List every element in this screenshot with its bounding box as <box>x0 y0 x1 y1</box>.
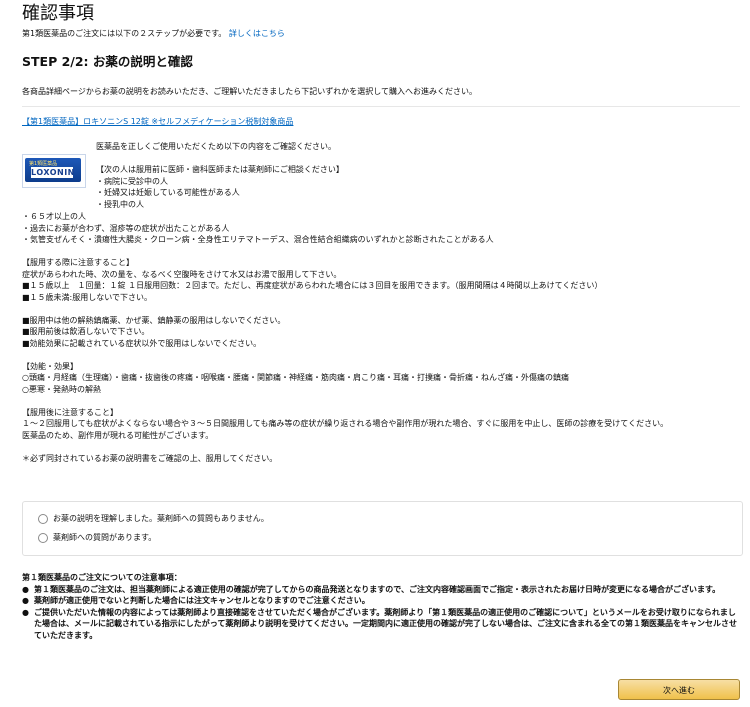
desc-line <box>22 349 668 361</box>
desc-line: 医薬品のため、副作用が現れる可能性がございます。 <box>22 430 214 440</box>
description-top: 医薬品を正しくご使用いただくため以下の内容をご確認ください。 【次の人は服用前に… <box>96 141 344 210</box>
desc-line: ○悪寒・発熱時の解熱 <box>22 384 101 394</box>
desc-line: 症状があらわれた時、次の量を、なるべく空腹時をさけて水又はお湯で服用して下さい。 <box>22 269 342 279</box>
radio-button[interactable] <box>38 532 48 543</box>
desc-line: ＊必ず同封されているお薬の説明書をご確認の上、服用してください。 <box>22 453 278 463</box>
product-logo: LOXONIN <box>31 167 75 178</box>
confirmation-options: お薬の説明を理解しました。薬剤師への質問もありません。 薬剤師への質問があります… <box>22 501 743 556</box>
product-box: 第1類医薬品 LOXONIN <box>25 158 81 182</box>
desc-line: ■服用中は他の解熱鎮痛薬、かぜ薬、鎮静薬の服用はしないでください。 <box>22 315 286 325</box>
desc-top-line: ・妊婦又は妊娠している可能性がある人 <box>96 188 240 197</box>
desc-line: ・気管支ぜんそく・潰瘍性大腸炎・クローン病・全身性エリテマトーデス、混合性結合組… <box>22 235 494 244</box>
desc-line: ・過去にお薬が合わず、湿疹等の症状が出たことがある人 <box>22 223 230 233</box>
desc-line: ■効能効果に記載されている症状以外で服用はしないでください。 <box>22 338 262 348</box>
option-label[interactable]: 薬剤師への質問があります。 <box>53 532 156 544</box>
desc-line <box>22 395 668 407</box>
details-link[interactable]: 詳しくはこちら <box>229 29 285 38</box>
desc-top-line: 【次の人は服用前に医師・歯科医師または薬剤師にご相談ください】 <box>96 165 344 174</box>
desc-top-line <box>96 153 344 165</box>
order-notes: 第１類医薬品のご注文についての注意事項： ● 第１類医薬品のご注文は、担当薬剤師… <box>22 572 740 641</box>
note-text: 薬剤師が適正使用でないと判断した場合には注文キャンセルとなりますのでご注意くださ… <box>34 596 370 605</box>
option-understood[interactable]: お薬の説明を理解しました。薬剤師への質問もありません。 <box>38 513 269 525</box>
product-image[interactable]: 第1類医薬品 LOXONIN <box>22 154 86 188</box>
option-label[interactable]: お薬の説明を理解しました。薬剤師への質問もありません。 <box>53 513 269 525</box>
desc-line: 【効能・効果】 <box>22 361 78 371</box>
note-item: ● ご提供いただいた情報の内容によっては薬剤師より直接確認をさせていただく場合が… <box>22 607 740 642</box>
page-subtitle: 第1類医薬品のご注文には以下の２ステップが必要です。 詳しくはこちら <box>22 28 285 40</box>
desc-line <box>22 246 668 258</box>
desc-line: 【服用する際に注意すること】 <box>22 258 134 267</box>
bullet-icon: ● <box>22 596 29 605</box>
desc-line: 【服用後に注意すること】 <box>22 407 118 417</box>
product-link[interactable]: 【第1類医薬品】ロキソニンS 12錠 ※セルフメディケーション税制対象商品 <box>22 116 293 128</box>
note-text: ご提供いただいた情報の内容によっては薬剤師より直接確認をさせていただく場合がござ… <box>34 607 737 640</box>
note-text: 第１類医薬品のご注文は、担当薬剤師による適正使用の確認が完了してからの商品発送と… <box>34 584 721 594</box>
page-title: 確認事項 <box>22 3 94 24</box>
step-title: STEP 2/2: お薬の説明と確認 <box>22 54 193 69</box>
bullet-icon: ● <box>22 584 29 594</box>
desc-line: ■１５歳未満:服用しないで下さい。 <box>22 292 153 302</box>
desc-line: ○頭痛・月経痛（生理痛）・歯痛・抜歯後の疼痛・咽喉痛・腰痛・関節痛・神経痛・筋肉… <box>22 373 569 382</box>
step-intro: 各商品詳細ページからお薬の説明をお読みいただき、ご理解いただきましたら下記いずれ… <box>22 87 478 96</box>
notes-title: 第１類医薬品のご注文についての注意事項： <box>22 573 182 582</box>
desc-line: ■服用前後は飲酒しないで下さい。 <box>22 327 150 336</box>
note-item: ● 第１類医薬品のご注文は、担当薬剤師による適正使用の確認が完了してからの商品発… <box>22 584 740 596</box>
option-has-question[interactable]: 薬剤師への質問があります。 <box>38 532 156 544</box>
desc-line <box>22 441 668 453</box>
desc-line: ■１５歳以上 １回量：１錠 １日服用回数：２回まで。ただし、再度症状があらわれた… <box>22 281 603 290</box>
desc-top-line: 医薬品を正しくご使用いただくため以下の内容をご確認ください。 <box>96 142 336 151</box>
subtitle-text: 第1類医薬品のご注文には以下の２ステップが必要です。 <box>22 29 227 38</box>
next-button[interactable]: 次へ進む <box>618 679 740 700</box>
desc-top-line: ・授乳中の人 <box>96 199 144 209</box>
note-item: ● 薬剤師が適正使用でないと判断した場合には注文キャンセルとなりますのでご注意く… <box>22 595 740 607</box>
desc-top-line: ・病院に受診中の人 <box>96 176 168 186</box>
desc-line: １～２回服用しても症状がよくならない場合や３～５日間服用しても痛み等の症状が繰り… <box>22 419 669 428</box>
divider <box>22 106 740 107</box>
description-body: ・６５才以上の人 ・過去にお薬が合わず、湿疹等の症状が出たことがある人 ・気管支… <box>22 211 668 464</box>
bullet-icon: ● <box>22 607 29 617</box>
desc-line <box>22 303 668 315</box>
radio-button[interactable] <box>38 513 48 524</box>
desc-line: ・６５才以上の人 <box>22 212 86 221</box>
